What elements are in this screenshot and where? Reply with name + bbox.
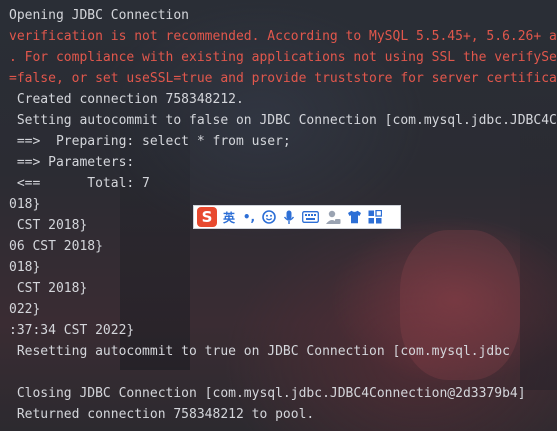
console-line: Opening JDBC Connection — [9, 8, 190, 23]
user-icon[interactable] — [325, 207, 341, 227]
emoji-icon[interactable] — [262, 207, 276, 227]
ime-logo[interactable]: S — [197, 207, 217, 227]
console-line: Closing JDBC Connection [com.mysql.jdbc.… — [9, 386, 526, 401]
microphone-icon[interactable] — [282, 207, 296, 227]
console-line: Returned connection 758348212 to pool. — [9, 407, 315, 422]
console-line: Created connection 758348212. — [9, 92, 244, 107]
ime-toolbar[interactable]: S 英 •, — [193, 205, 401, 229]
console-line: Resetting autocommit to true on JDBC Con… — [9, 344, 510, 359]
console-line: ==> Parameters: — [9, 155, 143, 170]
console-line: verification is not recommended. Accordi… — [9, 29, 557, 44]
console-line: 018} — [9, 260, 41, 275]
ime-punctuation-toggle[interactable]: •, — [242, 207, 256, 227]
console-line: 06 CST 2018} — [9, 239, 103, 254]
console-line: ==> Preparing: select * from user; — [9, 134, 291, 149]
console-line: =false, or set useSSL=true and provide t… — [9, 71, 557, 86]
ime-language-toggle[interactable]: 英 — [222, 207, 236, 227]
grid-icon[interactable] — [368, 207, 382, 227]
console-line: CST 2018} — [9, 281, 88, 296]
console-line: <== Total: 7 — [9, 176, 150, 191]
keyboard-icon[interactable] — [302, 207, 319, 227]
console-line: :37:34 CST 2022} — [9, 323, 135, 338]
shirt-icon[interactable] — [347, 207, 362, 227]
console-line: . For compliance with existing applicati… — [9, 50, 557, 65]
console-line: Setting autocommit to false on JDBC Conn… — [9, 113, 557, 128]
console-line: 022} — [9, 302, 41, 317]
